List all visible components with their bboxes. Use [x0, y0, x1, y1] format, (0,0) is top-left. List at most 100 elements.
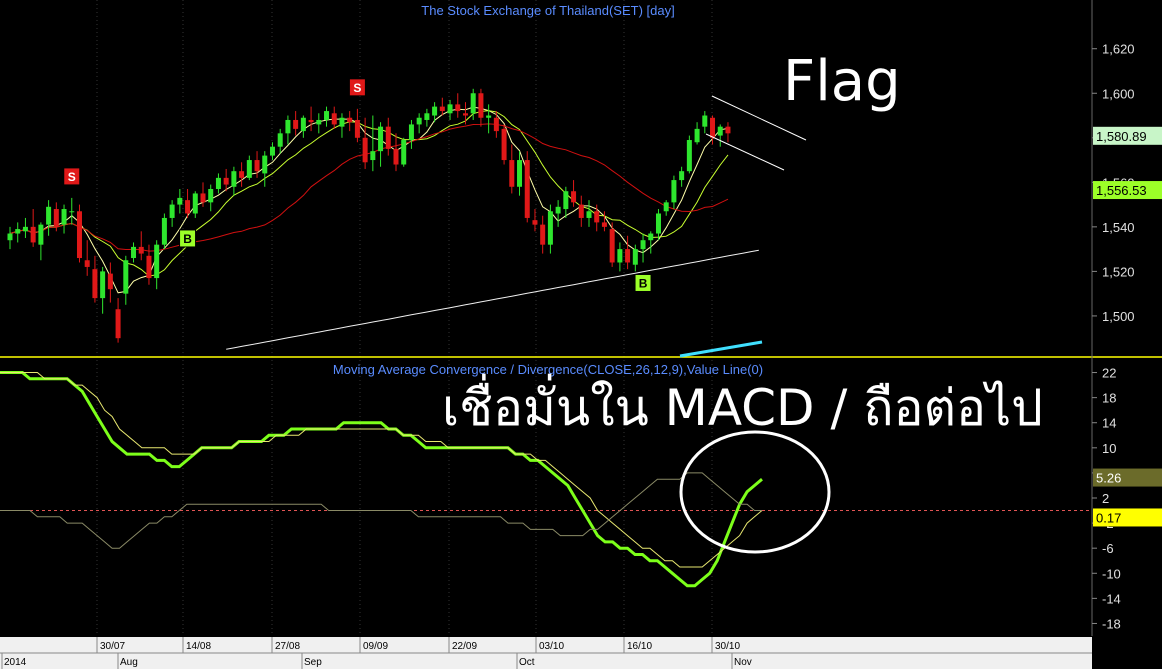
- candle-body: [378, 126, 384, 152]
- signal-badge-label: B: [639, 276, 648, 290]
- candle-body: [115, 309, 121, 339]
- flag-lower-line: [705, 133, 785, 171]
- signal-badge-label: S: [68, 170, 76, 184]
- candle-body: [92, 269, 98, 299]
- price-tick-label: 1,500: [1102, 309, 1135, 324]
- candle-body: [331, 113, 337, 125]
- candle-body: [686, 140, 692, 172]
- month-tick-label: Aug: [120, 657, 138, 668]
- signal-badge-label: S: [353, 81, 361, 95]
- macd-chart-title: Moving Average Convergence / Divergence(…: [333, 362, 763, 377]
- date-tick-label: 14/08: [186, 641, 211, 652]
- candle-body: [424, 113, 430, 120]
- price-tick-label: 1,520: [1102, 264, 1135, 279]
- candle-body: [123, 260, 129, 294]
- candle-body: [362, 137, 368, 163]
- ma-price-label: 1,556.53: [1096, 183, 1147, 198]
- candle-body: [393, 148, 399, 165]
- candle-body: [540, 224, 546, 245]
- candle-body: [138, 246, 144, 254]
- macd-tick-label: -6: [1102, 541, 1114, 556]
- candle-body: [663, 202, 669, 212]
- highlight-circle: [679, 430, 831, 554]
- candle-body: [107, 273, 113, 290]
- candle-body: [316, 119, 322, 125]
- candle-body: [717, 126, 723, 136]
- price-tick-label: 1,540: [1102, 220, 1135, 235]
- candle-body: [439, 106, 445, 112]
- date-tick-label: 03/10: [539, 641, 564, 652]
- month-tick-label: Sep: [304, 657, 322, 668]
- candle-body: [702, 115, 708, 127]
- candle-body: [146, 255, 152, 279]
- candle-body: [563, 191, 569, 210]
- candle-body: [509, 160, 515, 187]
- candle-body: [300, 117, 306, 132]
- grid-layer: [96, 0, 713, 636]
- candle-body: [277, 133, 283, 147]
- candle-body: [61, 209, 67, 225]
- candle-body: [470, 93, 476, 114]
- candle-body: [710, 117, 716, 138]
- candle-body: [370, 151, 376, 161]
- candle-body: [185, 200, 191, 214]
- candle-body: [625, 249, 631, 263]
- candle-body: [84, 260, 90, 267]
- candle-body: [22, 226, 28, 232]
- macd-tick-label: 2: [1102, 491, 1109, 506]
- candle-body: [401, 140, 407, 165]
- date-tick-label: 16/10: [627, 641, 652, 652]
- candle-body: [69, 211, 75, 213]
- macd-tick-label: 18: [1102, 391, 1116, 406]
- candle-body: [640, 240, 646, 250]
- month-tick-label: 2014: [4, 657, 27, 668]
- candle-body: [131, 246, 137, 259]
- candle-body: [462, 113, 468, 116]
- date-tick-label: 09/09: [363, 641, 388, 652]
- candle-body: [524, 160, 530, 218]
- candle-body: [455, 104, 461, 112]
- cyan-indicator-stub: [679, 340, 763, 358]
- price-panel: [7, 88, 759, 350]
- candle-body: [655, 213, 661, 234]
- candle-body: [30, 226, 36, 243]
- candle-body: [192, 193, 198, 214]
- candle-body: [324, 111, 330, 120]
- candle-body: [208, 189, 214, 203]
- candle-body: [347, 117, 353, 123]
- candle-body: [7, 233, 13, 241]
- candle-body: [200, 193, 206, 203]
- candle-body: [262, 155, 268, 174]
- candle-body: [215, 177, 221, 189]
- candle-body: [100, 271, 106, 299]
- price-chart-title: The Stock Exchange of Thailand(SET) [day…: [421, 3, 674, 18]
- candle-body: [547, 211, 553, 245]
- candle-body: [671, 180, 677, 203]
- candle-body: [571, 191, 577, 203]
- candle-body: [555, 206, 561, 214]
- candle-body: [648, 233, 654, 241]
- candle-body: [154, 244, 160, 279]
- candle-body: [725, 126, 731, 134]
- month-tick-label: Nov: [734, 657, 752, 668]
- candle-body: [594, 211, 600, 223]
- candle-body: [254, 160, 260, 172]
- candle-body: [447, 104, 453, 114]
- candle-body: [679, 171, 685, 181]
- macd-value-label: 5.26: [1096, 471, 1121, 486]
- candle-body: [694, 128, 700, 143]
- macd-annotation: เชื่อมั่นใน MACD / ถือต่อไป: [442, 374, 1043, 437]
- candle-body: [46, 206, 52, 225]
- date-tick-label: 30/10: [715, 641, 740, 652]
- candle-body: [617, 249, 623, 263]
- candle-body: [239, 171, 245, 178]
- candle-body: [285, 119, 291, 134]
- candle-body: [493, 117, 499, 132]
- candle-body: [416, 117, 422, 125]
- date-tick-label: 30/07: [100, 641, 125, 652]
- macd-tick-label: 14: [1102, 416, 1116, 431]
- candle-body: [231, 171, 237, 187]
- candle-body: [308, 119, 314, 123]
- macd-tick-label: -10: [1102, 566, 1121, 581]
- macd-tick-label: -18: [1102, 616, 1121, 631]
